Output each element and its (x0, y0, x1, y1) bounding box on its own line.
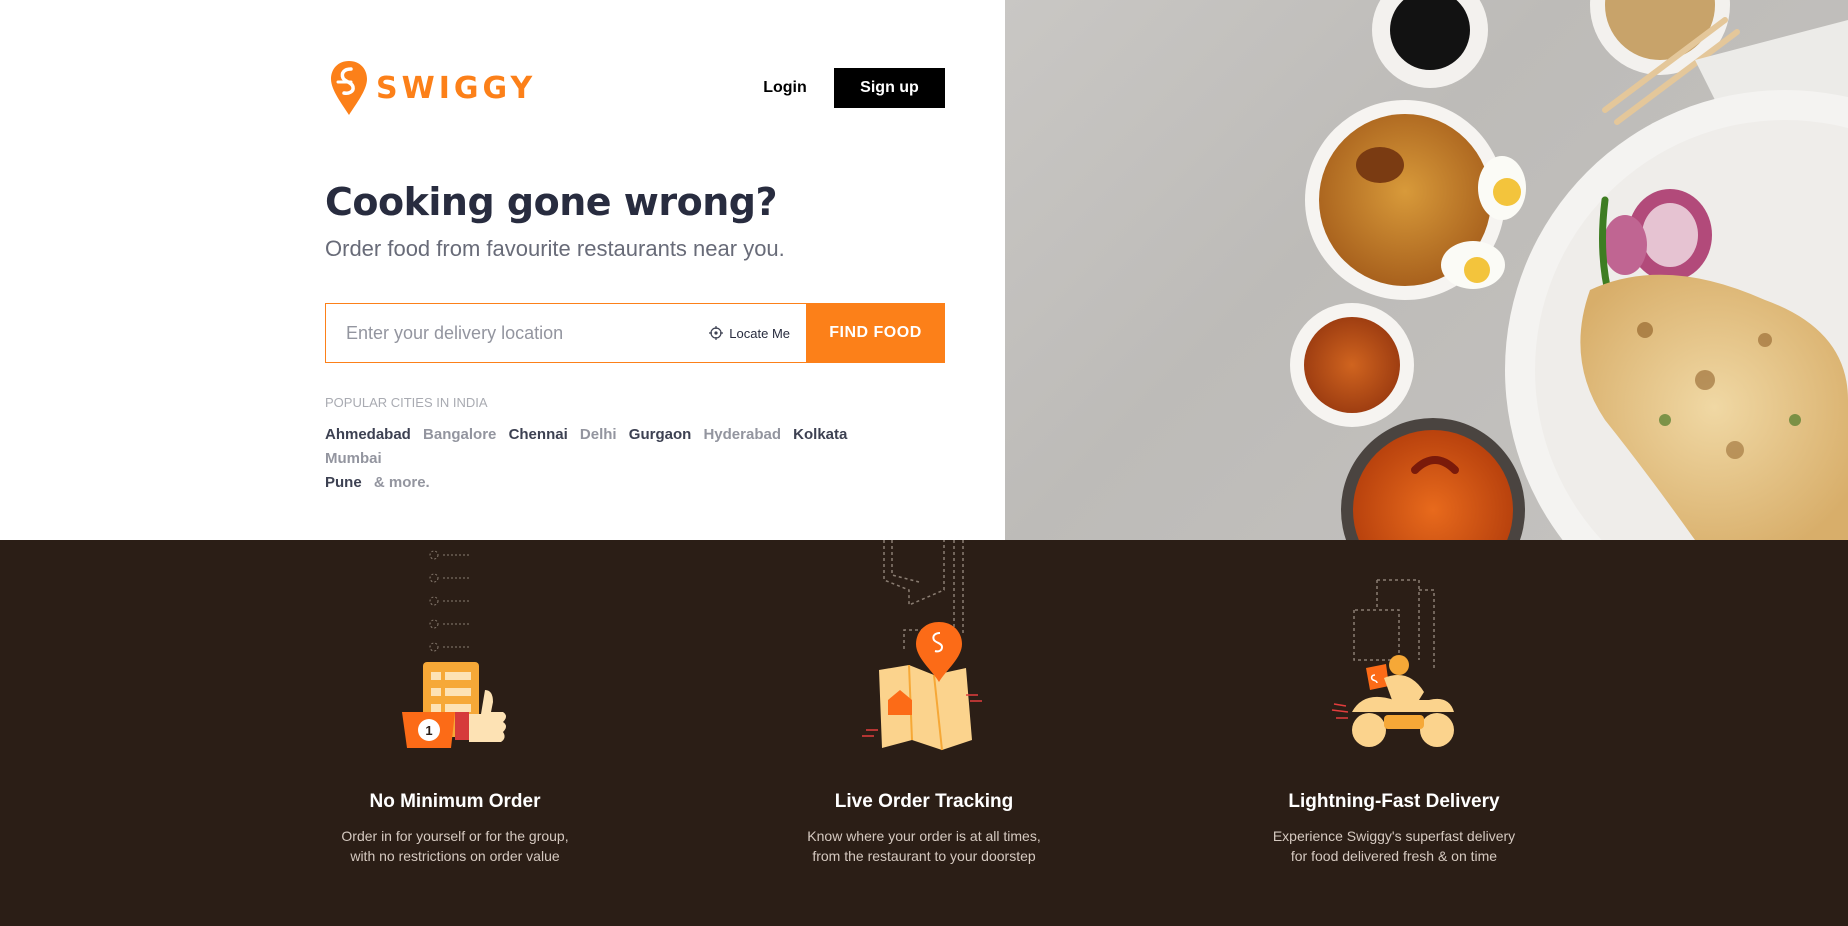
feature-description: Know where your order is at all times, f… (774, 826, 1074, 866)
login-link[interactable]: Login (748, 68, 822, 108)
find-food-button[interactable]: FIND FOOD (806, 303, 945, 363)
feature-desc-line: Order in for yourself or for the group, (341, 828, 569, 844)
locate-me-button[interactable]: Locate Me (709, 326, 790, 341)
city-link[interactable]: Bangalore (423, 426, 496, 443)
feature-desc-line: Experience Swiggy's superfast delivery (1272, 828, 1516, 844)
hero-left-panel: SWIGGY Login Sign up Cooking gone wrong?… (0, 0, 1005, 540)
city-link[interactable]: Mumbai (325, 450, 382, 467)
feature-desc-line: with no restrictions on order value (350, 848, 560, 864)
location-search: Locate Me FIND FOOD (325, 303, 945, 363)
feature-desc-line: from the restaurant to your doorstep (812, 848, 1036, 864)
city-link[interactable]: Ahmedabad (325, 426, 411, 443)
feature-description: Order in for yourself or for the group, … (305, 826, 605, 866)
more-cities-link[interactable]: & more. (374, 474, 430, 491)
brand-logo[interactable]: SWIGGY (330, 60, 536, 116)
hero-subtitle: Order food from favourite restaurants ne… (325, 236, 785, 261)
svg-text:1: 1 (425, 723, 432, 738)
city-link[interactable]: Hyderabad (703, 426, 781, 443)
map-pin-tracking-icon (862, 540, 982, 751)
crosshair-icon (709, 326, 724, 340)
food-hero-image (1005, 0, 1848, 540)
feature-desc-line: Know where your order is at all times, (807, 828, 1041, 844)
delivery-location-input[interactable] (346, 322, 710, 344)
city-link[interactable]: Gurgaon (629, 426, 692, 443)
food-platter-illustration (1290, 0, 1848, 540)
hero-section: SWIGGY Login Sign up Cooking gone wrong?… (0, 0, 1848, 540)
feature-description: Experience Swiggy's superfast delivery f… (1244, 826, 1544, 866)
features-section: 1 No Minimum Order Order in for yourself… (0, 540, 1848, 926)
popular-cities-list: Ahmedabad Bangalore Chennai Delhi Gurgao… (325, 423, 905, 495)
city-link[interactable]: Kolkata (793, 426, 847, 443)
feature-desc-line: for food delivered fresh & on time (1290, 848, 1498, 864)
city-link[interactable]: Delhi (580, 426, 617, 443)
thumbs-up-order-icon: 1 (402, 550, 506, 748)
city-link[interactable]: Pune (325, 474, 362, 491)
swiggy-logo-icon (331, 61, 367, 115)
location-search-box: Locate Me (325, 303, 806, 363)
signup-button[interactable]: Sign up (834, 68, 945, 108)
city-link[interactable]: Chennai (509, 426, 568, 443)
brand-wordmark: SWIGGY (376, 70, 537, 106)
feature-title: Live Order Tracking (834, 791, 1014, 812)
delivery-scooter-icon (1331, 579, 1454, 747)
locate-me-label: Locate Me (729, 325, 790, 341)
popular-cities-title: POPULAR CITIES IN INDIA (325, 395, 488, 410)
feature-title: No Minimum Order (369, 791, 541, 812)
hero-title: Cooking gone wrong? (325, 180, 778, 224)
feature-title: Lightning-Fast Delivery (1288, 791, 1500, 812)
